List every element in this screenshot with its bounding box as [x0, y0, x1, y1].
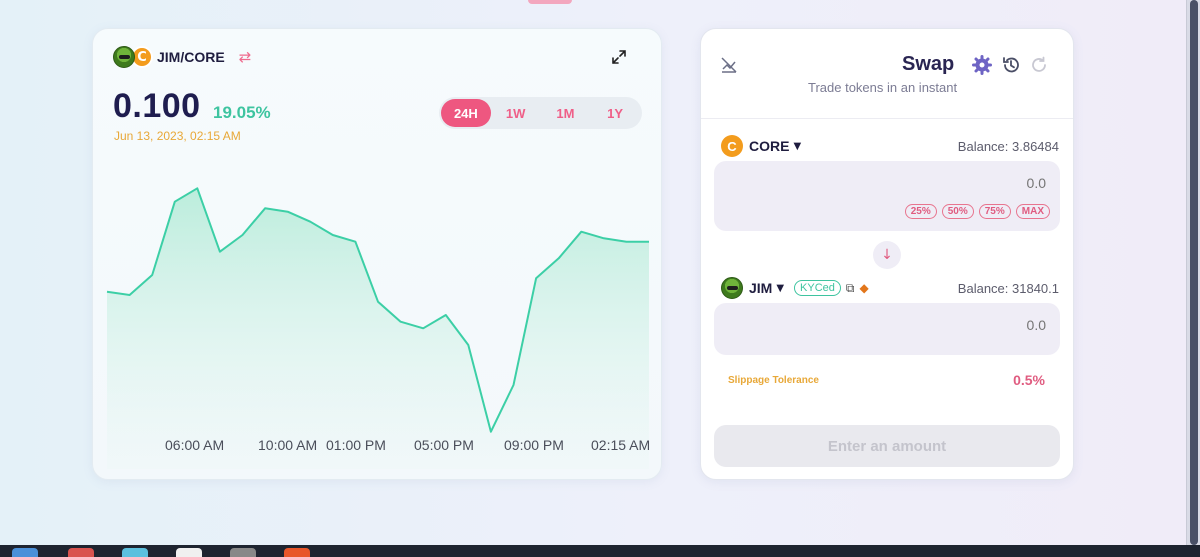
price-area-fill — [107, 188, 649, 469]
price-change: 19.05% — [213, 103, 271, 122]
gear-icon[interactable] — [972, 55, 992, 75]
chevron-down-icon[interactable]: ▼ — [793, 141, 801, 152]
swap-arrows-icon[interactable]: ⇄ — [239, 48, 252, 66]
percent-50-button[interactable]: 50% — [941, 204, 974, 219]
price-value: 0.100 — [113, 87, 201, 125]
frog-token-icon — [721, 277, 743, 299]
top-indicator — [528, 0, 572, 4]
range-tab-24h[interactable]: 24H — [441, 99, 491, 127]
max-button[interactable]: MAX — [1015, 204, 1050, 219]
slippage-value[interactable]: 0.5% — [1013, 372, 1045, 388]
price-chart-panel: C JIM/CORE ⇄ 0.100 19.05% Jun 13, 2023, … — [92, 28, 662, 480]
price-date: Jun 13, 2023, 02:15 AM — [114, 129, 241, 143]
swap-title: Swap — [902, 53, 955, 75]
x-tick-label: 02:15 AM — [591, 437, 651, 453]
range-tab-1y[interactable]: 1Y — [590, 99, 640, 127]
arrow-down-icon[interactable]: ↓ — [873, 241, 901, 269]
to-token-name[interactable]: JIM — [749, 280, 772, 296]
browser-scrollbar[interactable] — [1186, 0, 1200, 545]
x-tick-label: 10:00 AM — [258, 437, 318, 453]
x-tick-label: 05:00 PM — [414, 437, 474, 453]
refresh-icon[interactable] — [1029, 55, 1049, 75]
percent-25-button[interactable]: 25% — [904, 204, 937, 219]
range-tab-1m[interactable]: 1M — [541, 99, 591, 127]
x-tick-label: 01:00 PM — [326, 437, 386, 453]
range-selector: 24H 1W 1M 1Y — [439, 97, 642, 129]
enter-amount-button[interactable]: Enter an amount — [714, 425, 1060, 467]
core-token-letter: C — [727, 138, 737, 154]
chevron-down-icon[interactable]: ▼ — [776, 283, 784, 294]
swap-panel: Swap Trade tokens in an instant C CORE ▼ — [700, 28, 1074, 480]
x-axis-labels: 06:00 AM 10:00 AM 01:00 PM 05:00 PM 09:00 PM… — [93, 437, 663, 455]
slippage-label: Slippage Tolerance — [728, 375, 819, 386]
swap-subtitle: Trade tokens in an instant — [808, 80, 958, 95]
range-tab-1w[interactable]: 1W — [491, 99, 541, 127]
x-tick-label: 09:00 PM — [504, 437, 564, 453]
scrollbar-thumb[interactable] — [1190, 0, 1198, 545]
taskbar-item[interactable] — [284, 548, 310, 557]
taskbar-item[interactable] — [176, 548, 202, 557]
percent-buttons: 25% 50% 75% MAX — [904, 204, 1050, 219]
chart-off-icon[interactable] — [720, 56, 738, 74]
taskbar-item[interactable] — [122, 548, 148, 557]
metamask-fox-icon[interactable]: ◆ — [859, 281, 868, 295]
taskbar-item[interactable] — [68, 548, 94, 557]
price-area-chart — [106, 187, 649, 469]
swap-header: Swap Trade tokens in an instant — [701, 29, 1073, 119]
to-amount-input[interactable] — [846, 317, 1046, 333]
frog-token-icon — [113, 46, 135, 68]
from-amount-input[interactable] — [846, 175, 1046, 191]
percent-75-button[interactable]: 75% — [978, 204, 1011, 219]
pair-label: JIM/CORE — [157, 49, 225, 65]
from-token-selector[interactable]: C CORE ▼ — [721, 135, 801, 157]
from-token-name[interactable]: CORE — [749, 138, 789, 154]
core-token-letter: C — [137, 49, 147, 65]
to-token-selector[interactable]: JIM ▼ KYCed ⧉ ◆ — [721, 277, 869, 299]
kyc-badge: KYCed — [794, 280, 841, 296]
os-taskbar — [0, 545, 1200, 557]
expand-icon[interactable] — [611, 49, 627, 65]
from-amount-box: 25% 50% 75% MAX — [714, 161, 1060, 231]
from-balance: Balance: 3.86484 — [957, 139, 1059, 154]
history-icon[interactable] — [1001, 55, 1021, 75]
to-balance: Balance: 31840.1 — [957, 281, 1059, 296]
taskbar-item[interactable] — [230, 548, 256, 557]
core-token-icon: C — [721, 135, 743, 157]
to-amount-box — [714, 303, 1060, 355]
copy-icon[interactable]: ⧉ — [846, 281, 855, 296]
taskbar-item[interactable] — [12, 548, 38, 557]
pair-header: C JIM/CORE ⇄ — [113, 45, 251, 69]
x-tick-label: 06:00 AM — [165, 437, 225, 453]
